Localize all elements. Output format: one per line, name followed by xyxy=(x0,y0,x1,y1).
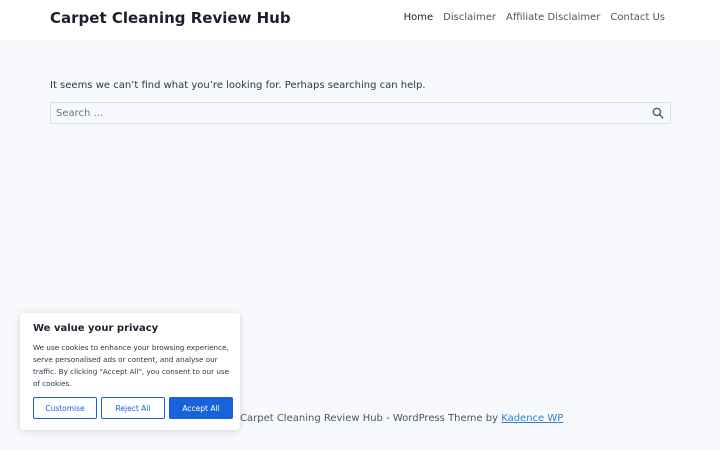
search-input[interactable] xyxy=(51,103,641,123)
main-nav: Home Disclaimer Affiliate Disclaimer Con… xyxy=(404,12,665,23)
nav-affiliate-disclaimer[interactable]: Affiliate Disclaimer xyxy=(506,12,600,23)
cookie-banner-text: We use cookies to enhance your browsing … xyxy=(33,343,230,388)
site-footer: Carpet Cleaning Review Hub - WordPress T… xyxy=(240,413,563,424)
kadence-wp-link[interactable]: Kadence WP xyxy=(501,413,563,424)
footer-credit-text: Carpet Cleaning Review Hub - WordPress T… xyxy=(240,413,502,424)
accept-all-button[interactable]: Accept All xyxy=(169,397,233,419)
reject-all-button[interactable]: Reject All xyxy=(101,397,165,419)
search-button[interactable] xyxy=(650,105,666,121)
cookie-button-group: Customise Reject All Accept All xyxy=(33,397,233,419)
not-found-message: It seems we can’t find what you’re looki… xyxy=(50,80,426,91)
search-form xyxy=(50,102,671,124)
nav-contact-us[interactable]: Contact Us xyxy=(610,12,665,23)
cookie-consent-banner: We value your privacy We use cookies to … xyxy=(20,313,240,430)
customise-button[interactable]: Customise xyxy=(33,397,97,419)
nav-home[interactable]: Home xyxy=(404,12,434,23)
nav-disclaimer[interactable]: Disclaimer xyxy=(443,12,496,23)
site-header: Carpet Cleaning Review Hub Home Disclaim… xyxy=(0,0,720,40)
site-title-link[interactable]: Carpet Cleaning Review Hub xyxy=(50,9,291,27)
search-icon xyxy=(652,107,664,119)
cookie-banner-title: We value your privacy xyxy=(33,323,159,334)
